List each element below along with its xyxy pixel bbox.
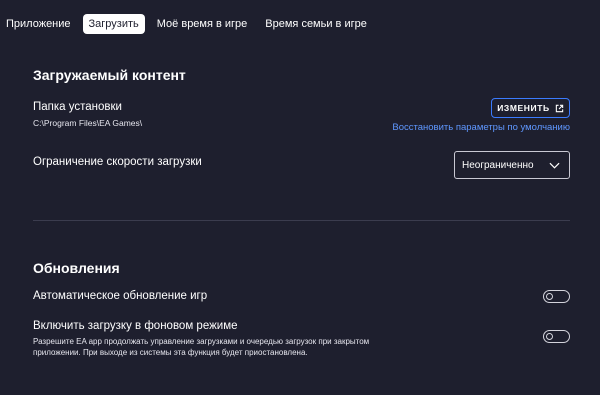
- speed-limit-label: Ограничение скорости загрузки: [33, 156, 202, 168]
- toggle-knob: [546, 293, 553, 300]
- download-section-title: Загружаемый контент: [33, 67, 186, 83]
- chevron-down-icon: [549, 162, 560, 169]
- updates-section-title: Обновления: [33, 260, 120, 276]
- restore-defaults-link[interactable]: Восстановить параметры по умолчанию: [392, 122, 570, 133]
- tab-app[interactable]: Приложение: [0, 14, 77, 34]
- external-link-icon: [555, 104, 563, 112]
- install-folder-label: Папка установки: [33, 101, 122, 113]
- tab-bar: Приложение Загрузить Моё время в игре Вр…: [0, 12, 379, 36]
- change-folder-label: ИЗМЕНИТЬ: [497, 103, 550, 113]
- speed-limit-value: Неограниченно: [462, 159, 534, 171]
- tab-my-playtime[interactable]: Моё время в игре: [151, 14, 254, 34]
- tab-family-playtime[interactable]: Время семьи в игре: [259, 14, 373, 34]
- background-download-toggle[interactable]: [543, 330, 570, 343]
- auto-update-label: Автоматическое обновление игр: [33, 290, 208, 302]
- install-folder-path: C:\Program Files\EA Games\: [33, 118, 143, 128]
- section-divider: [33, 220, 570, 221]
- auto-update-toggle[interactable]: [543, 290, 570, 303]
- toggle-knob: [546, 333, 553, 340]
- background-download-description: Разрешите EA app продолжать управление з…: [33, 337, 370, 357]
- speed-limit-select[interactable]: Неограниченно: [454, 151, 570, 179]
- tab-download[interactable]: Загрузить: [82, 14, 145, 34]
- background-download-label: Включить загрузку в фоновом режиме: [33, 320, 238, 332]
- change-folder-button[interactable]: ИЗМЕНИТЬ: [491, 98, 570, 118]
